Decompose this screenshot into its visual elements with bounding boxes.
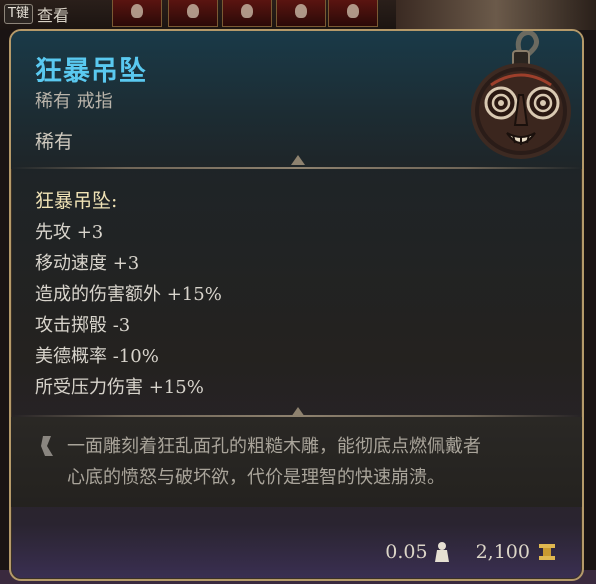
effect-line: 所受压力伤害 +15% <box>35 377 204 398</box>
item-name: 狂暴吊坠 <box>35 56 147 87</box>
item-rarity: 稀有 <box>35 131 74 153</box>
divider-notch <box>291 407 305 417</box>
description-line: 一面雕刻着狂乱面孔的粗糙木雕，能彻底点燃佩戴者 <box>67 436 481 457</box>
divider-notch <box>291 155 305 165</box>
header-divider <box>11 167 582 169</box>
effect-line: 美德概率 -10% <box>35 346 159 367</box>
effects-section: 狂暴吊坠: 先攻 +3 移动速度 +3 造成的伤害额外 +15% 攻击掷骰 -3… <box>35 186 558 403</box>
key-badge: T键 <box>4 4 33 24</box>
pendant-mask-icon <box>471 31 571 159</box>
item-description: 一面雕刻着狂乱面孔的粗糙木雕，能彻底点燃佩戴者 心底的愤怒与破坏欲，代价是理智的… <box>67 431 567 493</box>
skill-slot[interactable] <box>328 0 378 27</box>
item-footer: 0.05 2,100 <box>385 541 556 563</box>
gold-coin-icon <box>539 544 555 560</box>
effects-title: 狂暴吊坠: <box>35 190 118 212</box>
description-line: 心底的愤怒与破坏欲，代价是理智的快速崩溃。 <box>67 467 445 488</box>
item-tooltip: 狂暴吊坠 稀有 戒指 稀有 狂暴吊坠: 先攻 +3 移动速度 +3 造成的伤害额… <box>9 29 584 581</box>
effect-line: 造成的伤害额外 +15% <box>35 284 222 305</box>
effect-line: 移动速度 +3 <box>35 253 140 274</box>
skill-slot[interactable] <box>222 0 272 27</box>
skill-slot[interactable] <box>168 0 218 27</box>
key-action-label: 查看 <box>36 6 69 25</box>
weight-icon <box>434 542 449 562</box>
skill-slot[interactable] <box>276 0 326 27</box>
skill-slot[interactable] <box>112 0 162 27</box>
effect-line: 攻击掷骰 -3 <box>35 315 131 336</box>
hud-decoration <box>396 0 596 30</box>
item-price: 2,100 <box>475 541 530 563</box>
item-type: 稀有 戒指 <box>35 91 113 112</box>
effect-line: 先攻 +3 <box>35 222 104 243</box>
quote-mark-icon <box>41 436 53 456</box>
item-weight: 0.05 <box>385 541 428 563</box>
inspect-key-hint[interactable]: T键 查看 <box>4 3 69 25</box>
